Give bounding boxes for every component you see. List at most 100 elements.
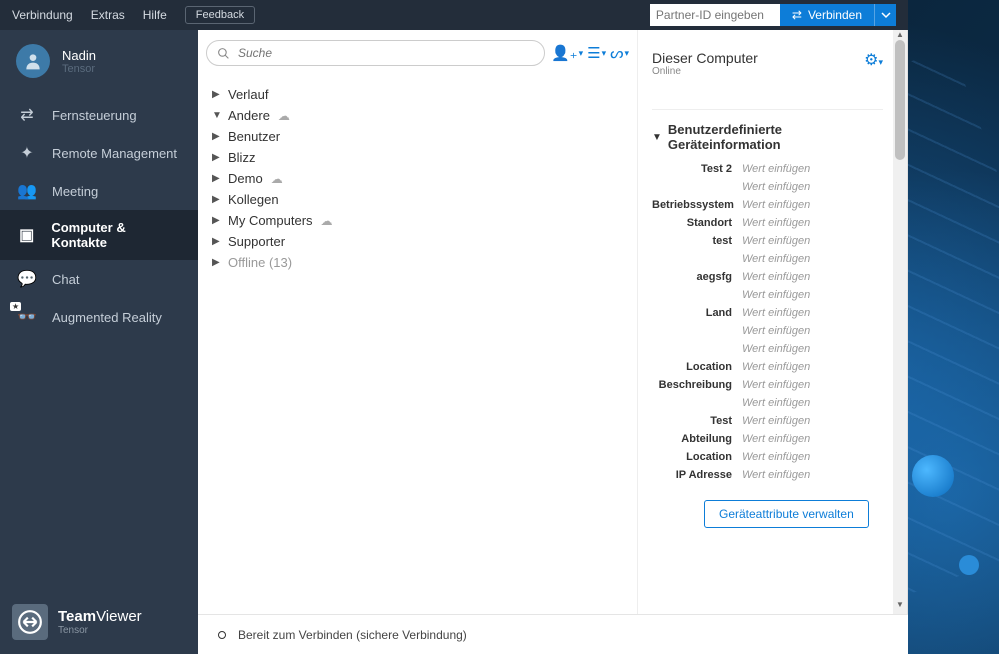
- info-row: Wert einfügen: [652, 178, 883, 196]
- info-label: Standort: [652, 217, 742, 229]
- chevron-down-icon: [881, 10, 891, 20]
- group-item[interactable]: ▶Supporter: [212, 231, 623, 252]
- refresh-button[interactable]: ᔕ▾: [610, 44, 629, 62]
- info-value[interactable]: Wert einfügen: [742, 469, 810, 481]
- computer-title: Dieser Computer: [652, 50, 758, 66]
- group-label: Andere: [228, 108, 270, 123]
- info-label: [652, 343, 742, 355]
- section-toggle[interactable]: ▼ Benutzerdefinierte Geräteinformation: [652, 122, 883, 152]
- info-value[interactable]: Wert einfügen: [742, 451, 810, 463]
- group-label: Blizz: [228, 150, 255, 165]
- chevron-down-icon: ▾: [624, 48, 629, 59]
- triangle-right-icon: ▶: [212, 215, 222, 226]
- menubar: Verbindung Extras Hilfe Feedback ⇄ Verbi…: [0, 0, 908, 30]
- add-contact-button[interactable]: 👤₊▾: [551, 44, 583, 62]
- info-row: Wert einfügen: [652, 394, 883, 412]
- info-label: [652, 181, 742, 193]
- info-value[interactable]: Wert einfügen: [742, 271, 810, 283]
- info-label: Abteilung: [652, 433, 742, 445]
- group-item[interactable]: ▼Andere☁: [212, 105, 623, 126]
- nav-meeting[interactable]: 👥 Meeting: [0, 172, 198, 210]
- info-value[interactable]: Wert einfügen: [742, 433, 810, 445]
- scrollbar[interactable]: ▲ ▼: [893, 30, 907, 614]
- nav-chat[interactable]: 💬 Chat: [0, 260, 198, 298]
- info-value[interactable]: Wert einfügen: [742, 379, 810, 391]
- info-value[interactable]: Wert einfügen: [742, 163, 810, 175]
- info-value[interactable]: Wert einfügen: [742, 217, 810, 229]
- info-label: IP Adresse: [652, 469, 742, 481]
- triangle-right-icon: ▶: [212, 257, 222, 268]
- group-label: Demo: [228, 171, 263, 186]
- info-label: Location: [652, 361, 742, 373]
- info-value[interactable]: Wert einfügen: [742, 361, 810, 373]
- scrollbar-thumb[interactable]: [895, 40, 905, 160]
- chat-icon: 💬: [18, 270, 36, 288]
- info-value[interactable]: Wert einfügen: [742, 415, 810, 427]
- manage-attributes-button[interactable]: Geräteattribute verwalten: [704, 500, 869, 528]
- avatar: [16, 44, 50, 78]
- search-input[interactable]: [238, 46, 534, 60]
- status-indicator-icon: [218, 631, 226, 639]
- nav-label: Remote Management: [52, 146, 177, 161]
- menu-verbindung[interactable]: Verbindung: [12, 8, 73, 22]
- group-item[interactable]: ▶Verlauf: [212, 84, 623, 105]
- feedback-button[interactable]: Feedback: [185, 6, 255, 24]
- group-item[interactable]: ▶Offline (13): [212, 252, 623, 273]
- info-label: Location: [652, 451, 742, 463]
- people-icon: 👥: [18, 182, 36, 200]
- info-value[interactable]: Wert einfügen: [742, 325, 810, 337]
- info-value[interactable]: Wert einfügen: [742, 199, 810, 211]
- menu-extras[interactable]: Extras: [91, 8, 125, 22]
- search-icon: [217, 47, 230, 60]
- info-label: Test 2: [652, 163, 742, 175]
- triangle-right-icon: ▶: [212, 131, 222, 142]
- info-label: test: [652, 235, 742, 247]
- group-item[interactable]: ▶My Computers☁: [212, 210, 623, 231]
- menu-hilfe[interactable]: Hilfe: [143, 8, 167, 22]
- nav-fernsteuerung[interactable]: ⇄ Fernsteuerung: [0, 96, 198, 134]
- profile[interactable]: Nadin Tensor: [0, 30, 198, 96]
- connect-dropdown[interactable]: [874, 4, 896, 26]
- info-value[interactable]: Wert einfügen: [742, 253, 810, 265]
- info-row: LandWert einfügen: [652, 304, 883, 322]
- settings-button[interactable]: ⚙▾: [864, 50, 883, 70]
- triangle-down-icon: ▼: [652, 132, 662, 143]
- triangle-right-icon: ▶: [212, 236, 222, 247]
- triangle-right-icon: ▶: [212, 194, 222, 205]
- info-row: TestWert einfügen: [652, 412, 883, 430]
- info-value[interactable]: Wert einfügen: [742, 181, 810, 193]
- info-value[interactable]: Wert einfügen: [742, 289, 810, 301]
- info-value[interactable]: Wert einfügen: [742, 307, 810, 319]
- cloud-icon: ☁: [278, 109, 290, 123]
- info-label: [652, 289, 742, 301]
- info-label: aegsfg: [652, 271, 742, 283]
- group-item[interactable]: ▶Kollegen: [212, 189, 623, 210]
- scroll-down-arrow[interactable]: ▼: [893, 600, 907, 614]
- info-value[interactable]: Wert einfügen: [742, 235, 810, 247]
- group-item[interactable]: ▶Demo☁: [212, 168, 623, 189]
- brand-bold: Team: [58, 608, 96, 625]
- info-label: Betriebssystem: [652, 199, 742, 211]
- group-label: Benutzer: [228, 129, 280, 144]
- nav-remote-management[interactable]: ✦ Remote Management: [0, 134, 198, 172]
- group-item[interactable]: ▶Blizz: [212, 147, 623, 168]
- info-row: BetriebssystemWert einfügen: [652, 196, 883, 214]
- search-box[interactable]: [206, 40, 545, 66]
- info-value[interactable]: Wert einfügen: [742, 343, 810, 355]
- nav-computers-contacts[interactable]: ▣ Computer & Kontakte: [0, 210, 198, 260]
- nav-label: Meeting: [52, 184, 98, 199]
- group-item[interactable]: ▶ Benutzer: [212, 126, 623, 147]
- triangle-right-icon: ▶: [212, 89, 222, 100]
- nav-augmented-reality[interactable]: ★ 👓 Augmented Reality: [0, 298, 198, 336]
- partner-id-input[interactable]: [650, 4, 780, 26]
- group-label: My Computers: [228, 213, 313, 228]
- middle-panel: 👤₊▾ ☰▾ ᔕ▾ ▶Verlauf▼Andere☁▶Benutzer▶Bliz…: [198, 30, 638, 614]
- connect-button[interactable]: ⇄ Verbinden: [780, 4, 874, 26]
- info-value[interactable]: Wert einfügen: [742, 397, 810, 409]
- info-label: Test: [652, 415, 742, 427]
- profile-sub: Tensor: [62, 63, 96, 75]
- info-row: LocationWert einfügen: [652, 358, 883, 376]
- view-options-button[interactable]: ☰▾: [587, 44, 606, 62]
- profile-name: Nadin: [62, 48, 96, 63]
- groups-list: ▶Verlauf▼Andere☁▶Benutzer▶Blizz▶Demo☁▶Ko…: [206, 66, 629, 273]
